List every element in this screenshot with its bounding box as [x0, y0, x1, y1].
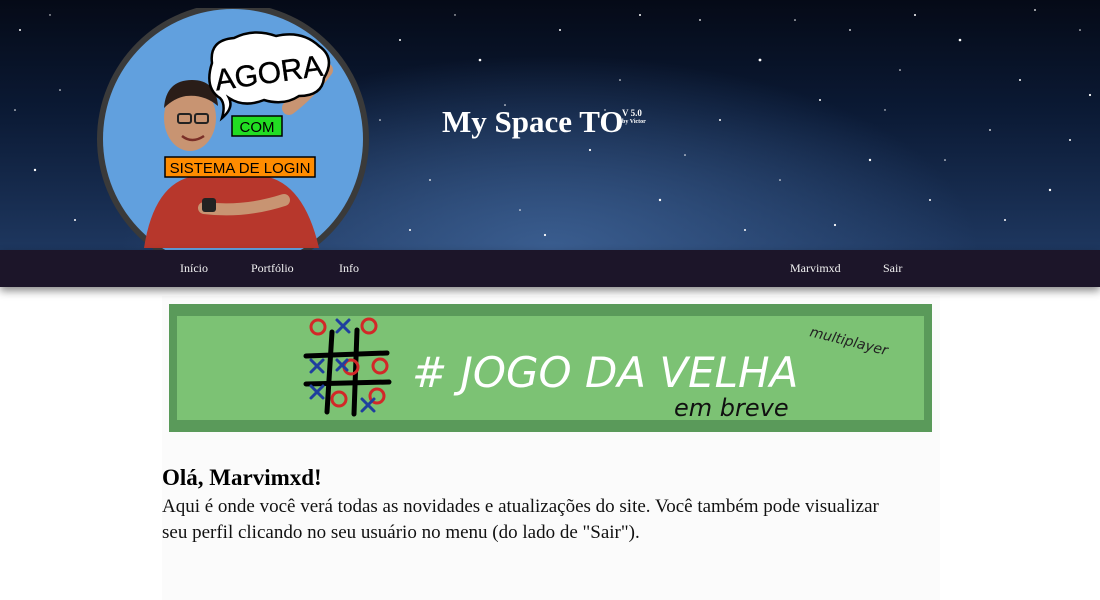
nav-link-logout[interactable]: Sair: [883, 250, 902, 287]
author-label: by Victor: [622, 119, 646, 125]
site-header: AGORA COM SISTEMA DE LOGIN My Space TO V…: [0, 0, 1100, 250]
main-content: # JOGO DA VELHA em breve multiplayer Olá…: [162, 296, 940, 600]
logo-connector: COM: [240, 119, 275, 136]
site-title: My Space TO V 5.0 by Victor: [442, 104, 646, 140]
greeting-heading: Olá, Marvimxd!: [162, 465, 322, 490]
nav-link-user-profile[interactable]: Marvimxd: [790, 250, 841, 287]
logo-avatar: AGORA COM SISTEMA DE LOGIN: [97, 8, 369, 250]
nav-link-inicio[interactable]: Início: [180, 250, 208, 287]
game-banner[interactable]: # JOGO DA VELHA em breve multiplayer: [169, 304, 932, 432]
banner-title: # JOGO DA VELHA: [412, 348, 798, 397]
intro-paragraph: Aqui é onde você verá todas as novidades…: [162, 496, 879, 543]
logo-tagline: SISTEMA DE LOGIN: [170, 160, 311, 177]
nav-link-info[interactable]: Info: [339, 250, 359, 287]
main-navbar: Início Portfólio Info Marvimxd Sair: [0, 250, 1100, 287]
version-label: V 5.0: [622, 108, 642, 118]
banner-subtitle: em breve: [674, 394, 789, 422]
site-title-text: My Space TO: [442, 104, 624, 139]
nav-link-portfolio[interactable]: Portfólio: [251, 250, 294, 287]
